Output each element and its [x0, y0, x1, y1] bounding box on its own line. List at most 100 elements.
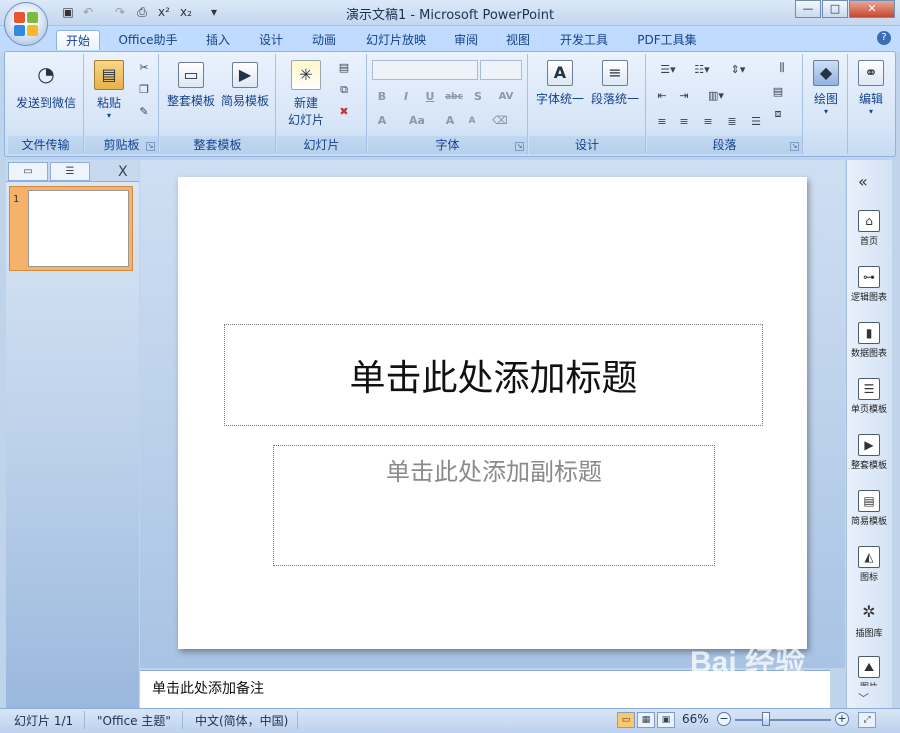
minimize-button[interactable]: — [795, 0, 821, 18]
layout-icon[interactable]: ▤ [335, 60, 353, 76]
normal-view-button[interactable]: ▭ [617, 712, 635, 728]
zoom-in-button[interactable]: + [835, 712, 849, 726]
text-direction-icon[interactable]: ⫼ [767, 60, 797, 76]
drawing-label: 绘图 [813, 92, 838, 106]
bullets-icon[interactable]: ☰▾ [653, 62, 683, 78]
outline-tab-icon[interactable]: ☰ [50, 162, 90, 181]
full-template-icon: ▭ [178, 62, 204, 88]
sidebar-item-single-template[interactable]: ☰ 单页模板 [846, 378, 892, 415]
new-slide-button[interactable]: ✳ 新建 幻灯片 [281, 60, 331, 128]
align-center-icon[interactable]: ≡ [675, 114, 693, 130]
help-icon[interactable]: ? [877, 31, 891, 45]
decrease-indent-icon[interactable]: ⇤ [653, 88, 671, 104]
collapse-sidebar-icon[interactable]: « [858, 172, 868, 191]
paste-button[interactable]: ▤ 粘贴 ▾ [89, 60, 129, 120]
close-button[interactable]: ✕ [849, 0, 895, 18]
zoom-slider-thumb[interactable] [762, 712, 770, 726]
increase-indent-icon[interactable]: ⇥ [675, 88, 693, 104]
sidebar-item-illustration[interactable]: ✲ 插图库 [846, 602, 892, 639]
grow-font-button[interactable]: A [440, 112, 460, 130]
sidebar-item-home[interactable]: ⌂ 首页 [846, 210, 892, 247]
dialog-launcher-icon[interactable]: ↘ [515, 142, 524, 151]
group-paragraph: ☰▾ ☷▾ ⇕▾ ⫼ ⇤ ⇥ ▥▾ ▤ ⧈ ≡ ≡ ≡ ≣ ☰ 段落 ↘ [647, 54, 803, 154]
font-name-select[interactable] [372, 60, 478, 80]
columns-icon[interactable]: ▥▾ [701, 88, 731, 104]
justify-icon[interactable]: ≣ [723, 114, 741, 130]
sidebar-item-icon-library[interactable]: ◭ 图标 [846, 546, 892, 583]
font-color-button[interactable]: A [372, 112, 392, 130]
change-case-button[interactable]: Aa [404, 112, 430, 130]
reset-slide-icon[interactable]: ⧉ [335, 82, 353, 98]
office-button[interactable] [4, 2, 48, 46]
clear-format-icon[interactable]: ⌫ [490, 112, 510, 130]
zoom-out-button[interactable]: − [717, 712, 731, 726]
sidebar-item-full-template[interactable]: ▶ 整套模板 [846, 434, 892, 471]
sidebar-item-simple-template[interactable]: ▤ 简易模板 [846, 490, 892, 527]
align-text-icon[interactable]: ▤ [769, 84, 787, 100]
font-size-select[interactable] [480, 60, 522, 80]
title-placeholder[interactable]: 单击此处添加标题 [224, 324, 763, 426]
window-title: 演示文稿1 - Microsoft PowerPoint [345, 8, 555, 23]
dialog-launcher-icon[interactable]: ↘ [790, 142, 799, 151]
copy-icon[interactable]: ❐ [135, 82, 153, 98]
distributed-icon[interactable]: ☰ [747, 114, 765, 130]
editing-button[interactable]: ⚭ 编辑 ▾ [851, 60, 891, 116]
maximize-button[interactable]: □ [822, 0, 848, 18]
cut-icon[interactable]: ✂ [135, 60, 153, 76]
smartart-icon[interactable]: ⧈ [769, 106, 787, 122]
paste-icon: ▤ [94, 60, 124, 90]
sidebar-item-logic-chart[interactable]: ⊶ 逻辑图表 [846, 266, 892, 303]
simple-template-icon: ▤ [858, 490, 880, 512]
unify-paragraph-label: 段落统一 [590, 92, 639, 106]
format-painter-icon[interactable]: ✎ [135, 104, 153, 120]
italic-button[interactable]: I [396, 88, 416, 106]
paste-dropdown-icon[interactable]: ▾ [89, 111, 129, 120]
shrink-font-button[interactable]: A [462, 112, 482, 130]
editing-label: 编辑 [858, 92, 883, 106]
align-left-icon[interactable]: ≡ [653, 114, 671, 130]
tab-developer[interactable]: 开发工具 [552, 30, 616, 50]
slide-sorter-view-button[interactable]: ▦ [637, 712, 655, 728]
tab-view[interactable]: 视图 [498, 30, 538, 50]
bold-button[interactable]: B [372, 88, 392, 106]
tab-slideshow[interactable]: 幻灯片放映 [358, 30, 434, 50]
fit-to-window-button[interactable]: ⤢ [858, 712, 876, 728]
tab-review[interactable]: 审阅 [446, 30, 486, 50]
scroll-down-icon[interactable]: ﹀ [858, 690, 869, 706]
shadow-button[interactable]: S [468, 88, 488, 106]
unify-font-button[interactable]: A 字体统一 [533, 60, 587, 107]
tab-home[interactable]: 开始 [56, 30, 100, 50]
line-spacing-icon[interactable]: ⇕▾ [723, 62, 753, 78]
align-right-icon[interactable]: ≡ [699, 114, 717, 130]
unify-paragraph-button[interactable]: ≡ 段落统一 [588, 60, 642, 107]
slideshow-view-button[interactable]: ▣ [657, 712, 675, 728]
tab-pdf-tools[interactable]: PDF工具集 [630, 30, 704, 50]
close-pane-icon[interactable]: X [118, 164, 128, 180]
tab-animation[interactable]: 动画 [304, 30, 344, 50]
tab-office-assistant[interactable]: Office助手 [112, 30, 184, 50]
tab-insert[interactable]: 插入 [198, 30, 238, 50]
underline-button[interactable]: U [420, 88, 440, 106]
sidebar-item-picture[interactable]: ⛰ 图片 [846, 656, 892, 686]
status-language[interactable]: 中文(简体，中国) [195, 712, 288, 729]
full-template-button[interactable]: ▭ 整套模板 [164, 62, 218, 109]
dialog-launcher-icon[interactable]: ↘ [146, 142, 155, 151]
slides-tab-icon[interactable]: ▭ [8, 162, 48, 181]
delete-slide-icon[interactable]: ✖ [335, 104, 353, 120]
slide-thumbnail[interactable] [28, 190, 129, 267]
zoom-slider-track[interactable] [735, 719, 831, 721]
icon-library-icon: ◭ [858, 546, 880, 568]
send-to-wechat-button[interactable]: ◔ 发送到微信 [12, 60, 80, 111]
strikethrough-button[interactable]: abc [444, 88, 464, 106]
sidebar-item-data-chart[interactable]: ▮ 数据图表 [846, 322, 892, 359]
sidebar-item-label: 单页模板 [850, 405, 887, 415]
zoom-level[interactable]: 66% [682, 712, 709, 726]
simple-template-icon: ▶ [232, 62, 258, 88]
tab-design[interactable]: 设计 [251, 30, 291, 50]
subtitle-placeholder[interactable]: 单击此处添加副标题 [273, 445, 715, 566]
numbering-icon[interactable]: ☷▾ [687, 62, 717, 78]
status-theme[interactable]: "Office 主题" [97, 712, 171, 729]
simple-template-button[interactable]: ▶ 简易模板 [218, 62, 272, 109]
drawing-button[interactable]: ◆ 绘图 ▾ [806, 60, 846, 116]
char-spacing-button[interactable]: AV [492, 88, 520, 106]
